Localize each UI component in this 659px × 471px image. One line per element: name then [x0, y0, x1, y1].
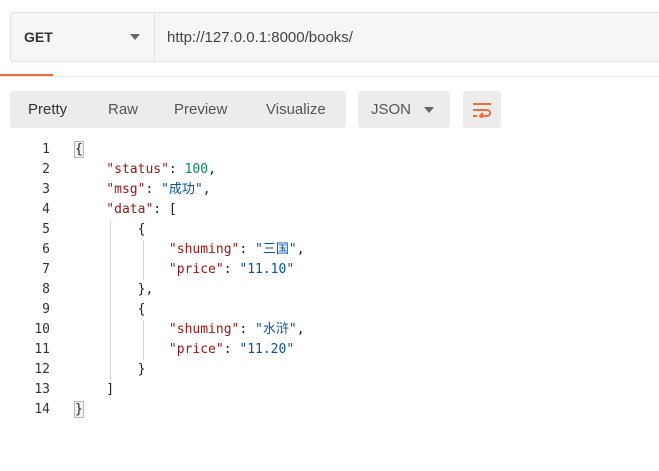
code-line: 6 "shuming": "三国",	[0, 240, 659, 260]
code-line: 14}	[0, 400, 659, 420]
code-line: 4 "data": [	[0, 200, 659, 220]
code-text: }	[75, 360, 146, 380]
code-token: },	[75, 282, 154, 297]
code-token: }	[75, 362, 146, 377]
code-token: {	[74, 141, 84, 158]
code-token: ,	[296, 322, 305, 337]
line-number: 10	[34, 322, 50, 337]
code-text: {	[75, 300, 146, 320]
response-body: 1{2 "status": 100, 3 "msg": "成功", 4 "data"…	[0, 140, 659, 471]
code-token: {	[75, 222, 146, 237]
code-token: ,	[202, 182, 211, 197]
code-token: "shuming"	[75, 322, 240, 337]
line-number: 11	[34, 342, 50, 357]
code-token: "水浒"	[255, 322, 297, 337]
line-number: 2	[42, 162, 50, 177]
code-line: 3 "msg": "成功",	[0, 180, 659, 200]
code-token: 100	[184, 162, 209, 177]
method-select[interactable]: GET	[11, 13, 155, 61]
line-number: 1	[42, 142, 50, 157]
request-bar: GET http://127.0.0.1:8000/books/	[10, 12, 659, 62]
code-token: "11.10"	[239, 262, 295, 277]
raw-view-button[interactable]: Raw	[108, 91, 138, 128]
code-token: "price"	[75, 342, 224, 357]
wrap-lines-button[interactable]	[463, 91, 501, 128]
chevron-down-icon	[130, 34, 140, 40]
format-label: JSON	[371, 101, 412, 118]
code-token: ]	[75, 382, 115, 397]
line-number: 8	[42, 282, 50, 297]
pretty-view-button[interactable]: Pretty	[28, 91, 67, 128]
code-text: "msg": "成功",	[75, 180, 211, 200]
code-text: "price": "11.20"	[75, 340, 294, 360]
code-text: "shuming": "水浒",	[75, 320, 305, 340]
chevron-down-icon	[424, 107, 434, 113]
line-number: 4	[42, 202, 50, 217]
method-label: GET	[24, 29, 53, 45]
code-token: {	[75, 302, 146, 317]
code-token: :	[223, 342, 240, 357]
format-select[interactable]: JSON	[358, 91, 450, 128]
code-line: 8 },	[0, 280, 659, 300]
line-number: 14	[34, 402, 50, 417]
code-token: ,	[296, 242, 305, 257]
code-text: "shuming": "三国",	[75, 240, 305, 260]
code-token: "成功"	[161, 182, 203, 197]
code-text: {	[74, 140, 84, 160]
code-line: 13 ]	[0, 380, 659, 400]
visualize-view-button[interactable]: Visualize	[266, 91, 326, 128]
code-token: "price"	[75, 262, 224, 277]
code-line: 12 }	[0, 360, 659, 380]
code-text: },	[75, 280, 154, 300]
code-token: "msg"	[75, 182, 146, 197]
code-token: :	[223, 262, 240, 277]
code-text: "data": [	[75, 200, 177, 220]
code-token: :	[239, 322, 256, 337]
wrap-lines-icon	[473, 102, 491, 118]
code-token: }	[74, 401, 84, 418]
code-line: 1{	[0, 140, 659, 160]
code-token: "shuming"	[75, 242, 240, 257]
code-token: :	[239, 242, 256, 257]
code-text: {	[75, 220, 146, 240]
code-line: 5 {	[0, 220, 659, 240]
code-text: ]	[75, 380, 114, 400]
preview-view-button[interactable]: Preview	[174, 91, 227, 128]
line-number: 9	[42, 302, 50, 317]
line-number: 5	[42, 222, 50, 237]
divider	[0, 76, 659, 77]
line-number: 13	[34, 382, 50, 397]
code-line: 11 "price": "11.20"	[0, 340, 659, 360]
code-token: "status"	[75, 162, 169, 177]
code-text: "status": 100,	[75, 160, 216, 180]
url-input[interactable]: http://127.0.0.1:8000/books/	[156, 13, 659, 61]
line-number: 3	[42, 182, 50, 197]
code-token: : [	[153, 202, 177, 217]
code-token: :	[168, 162, 185, 177]
code-token: "三国"	[255, 242, 297, 257]
code-token: "11.20"	[239, 342, 295, 357]
code-line: 10 "shuming": "水浒",	[0, 320, 659, 340]
view-mode-group: Pretty Raw Preview Visualize	[10, 91, 346, 128]
line-number: 12	[34, 362, 50, 377]
code-token: :	[145, 182, 162, 197]
code-text: "price": "11.10"	[75, 260, 294, 280]
code-line: 2 "status": 100,	[0, 160, 659, 180]
line-number: 7	[42, 262, 50, 277]
code-token: "data"	[75, 202, 154, 217]
code-token: ,	[208, 162, 216, 177]
code-line: 7 "price": "11.10"	[0, 260, 659, 280]
code-line: 9 {	[0, 300, 659, 320]
line-number: 6	[42, 242, 50, 257]
code-text: }	[74, 400, 84, 420]
